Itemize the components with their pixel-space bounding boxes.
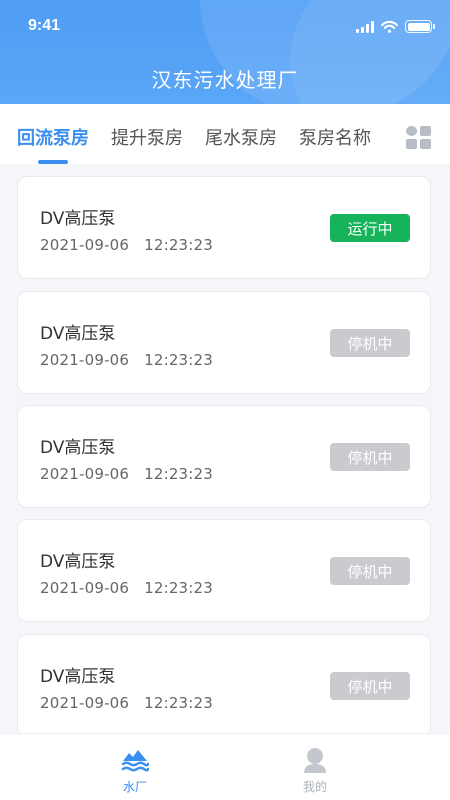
signal-icon — [356, 20, 374, 33]
status-time: 9:41 — [28, 17, 61, 34]
status-badge: 停机中 — [330, 557, 410, 585]
battery-icon — [405, 20, 435, 33]
pump-timestamp: 2021-09-06 12:23:23 — [40, 465, 214, 483]
tab-return-pump-room[interactable]: 回流泵房 — [17, 124, 89, 150]
bottom-nav: 水厂 我的 — [0, 733, 450, 800]
tabs-fade — [386, 118, 404, 152]
pump-room-tabs: 回流泵房 提升泵房 尾水泵房 泵房名称 — [0, 104, 450, 164]
pump-name: DV高压泵 — [40, 209, 116, 229]
pump-card[interactable]: DV高压泵 2021-09-06 12:23:23 停机中 — [17, 634, 431, 737]
pump-timestamp: 2021-09-06 12:23:23 — [40, 351, 214, 369]
water-plant-icon — [121, 750, 149, 772]
status-badge: 停机中 — [330, 329, 410, 357]
page-title: 汉东污水处理厂 — [151, 68, 299, 92]
nav-label-water-plant: 水厂 — [122, 780, 147, 794]
wifi-icon — [381, 20, 398, 33]
pump-name: DV高压泵 — [40, 324, 116, 344]
status-badge: 运行中 — [330, 214, 410, 242]
pump-name: DV高压泵 — [40, 667, 116, 687]
pump-name: DV高压泵 — [40, 438, 116, 458]
app-header: 9:41 汉东污水处理厂 — [0, 0, 450, 104]
status-icons — [356, 20, 435, 33]
status-badge: 停机中 — [330, 672, 410, 700]
pump-card[interactable]: DV高压泵 2021-09-06 12:23:23 停机中 — [17, 519, 431, 622]
grid-menu-icon[interactable] — [406, 126, 432, 150]
pump-card[interactable]: DV高压泵 2021-09-06 12:23:23 停机中 — [17, 291, 431, 394]
active-tab-indicator — [38, 160, 68, 164]
tab-lift-pump-room[interactable]: 提升泵房 — [111, 124, 183, 150]
nav-item-water-plant[interactable]: 水厂 — [75, 734, 195, 800]
pump-timestamp: 2021-09-06 12:23:23 — [40, 579, 214, 597]
nav-label-mine: 我的 — [302, 780, 327, 794]
status-badge: 停机中 — [330, 443, 410, 471]
pump-name: DV高压泵 — [40, 552, 116, 572]
pump-card[interactable]: DV高压泵 2021-09-06 12:23:23 停机中 — [17, 405, 431, 508]
pump-timestamp: 2021-09-06 12:23:23 — [40, 236, 214, 254]
user-icon — [304, 748, 326, 773]
pump-card[interactable]: DV高压泵 2021-09-06 12:23:23 运行中 — [17, 176, 431, 279]
tab-tail-water-pump-room[interactable]: 尾水泵房 — [205, 124, 277, 150]
status-bar: 9:41 — [0, 0, 450, 52]
nav-item-mine[interactable]: 我的 — [255, 734, 375, 800]
tab-pump-room-name[interactable]: 泵房名称 — [299, 124, 371, 150]
pump-timestamp: 2021-09-06 12:23:23 — [40, 694, 214, 712]
